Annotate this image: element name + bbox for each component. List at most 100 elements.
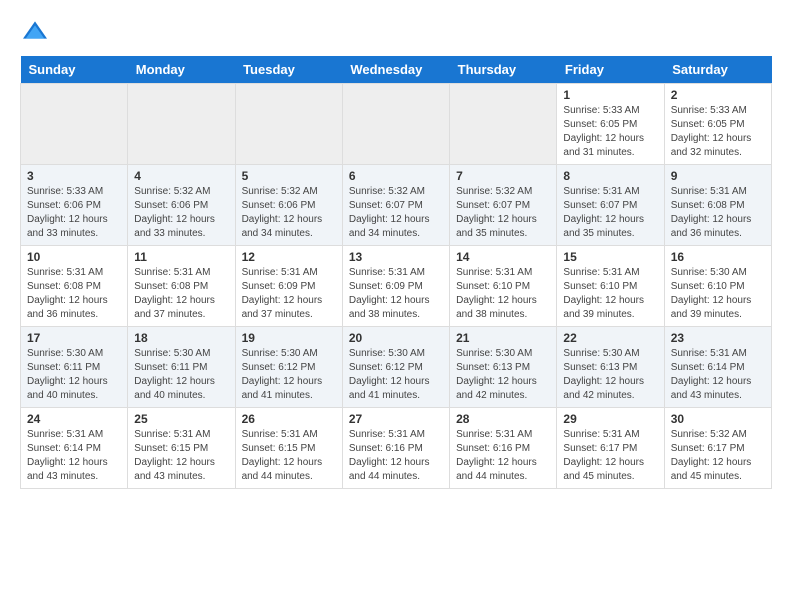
day-info: Sunrise: 5:32 AM Sunset: 6:07 PM Dayligh… bbox=[456, 185, 550, 241]
calendar-table: SundayMondayTuesdayWednesdayThursdayFrid… bbox=[20, 56, 772, 489]
calendar-cell: 4 Sunrise: 5:32 AM Sunset: 6:06 PM Daylig… bbox=[128, 165, 235, 246]
day-number: 25 bbox=[134, 412, 228, 426]
calendar-cell: 9Sunrise: 5:31 AM Sunset: 6:08 PM Daylig… bbox=[664, 165, 771, 246]
day-info: Sunrise: 5:33 AM Sunset: 6:06 PM Dayligh… bbox=[27, 185, 121, 241]
header-row: SundayMondayTuesdayWednesdayThursdayFrid… bbox=[21, 56, 772, 84]
calendar-cell bbox=[235, 84, 342, 165]
day-number: 4 bbox=[134, 169, 228, 183]
header-day: Tuesday bbox=[235, 56, 342, 84]
header-day: Thursday bbox=[450, 56, 557, 84]
day-number: 14 bbox=[456, 250, 550, 264]
header-day: Friday bbox=[557, 56, 664, 84]
day-info: Sunrise: 5:31 AM Sunset: 6:08 PM Dayligh… bbox=[134, 266, 228, 322]
day-number: 1 bbox=[563, 88, 657, 102]
day-number: 3 bbox=[27, 169, 121, 183]
calendar-cell: 14 Sunrise: 5:31 AM Sunset: 6:10 PM Dayli… bbox=[450, 246, 557, 327]
day-number: 10 bbox=[27, 250, 121, 264]
day-info: Sunrise: 5:30 AM Sunset: 6:10 PM Dayligh… bbox=[671, 266, 765, 322]
calendar-cell: 25 Sunrise: 5:31 AM Sunset: 6:15 PM Dayli… bbox=[128, 408, 235, 489]
day-number: 11 bbox=[134, 250, 228, 264]
calendar-cell: 20 Sunrise: 5:30 AM Sunset: 6:12 PM Dayli… bbox=[342, 327, 449, 408]
calendar-cell: 26 Sunrise: 5:31 AM Sunset: 6:15 PM Dayli… bbox=[235, 408, 342, 489]
calendar-cell bbox=[450, 84, 557, 165]
day-info: Sunrise: 5:32 AM Sunset: 6:06 PM Dayligh… bbox=[242, 185, 336, 241]
day-number: 20 bbox=[349, 331, 443, 345]
calendar-cell: 2Sunrise: 5:33 AM Sunset: 6:05 PM Daylig… bbox=[664, 84, 771, 165]
day-info: Sunrise: 5:33 AM Sunset: 6:05 PM Dayligh… bbox=[563, 104, 657, 160]
calendar-cell: 5Sunrise: 5:32 AM Sunset: 6:06 PM Daylig… bbox=[235, 165, 342, 246]
day-number: 29 bbox=[563, 412, 657, 426]
day-info: Sunrise: 5:31 AM Sunset: 6:08 PM Dayligh… bbox=[27, 266, 121, 322]
calendar-cell: 10 Sunrise: 5:31 AM Sunset: 6:08 PM Dayli… bbox=[21, 246, 128, 327]
calendar-cell: 16 Sunrise: 5:30 AM Sunset: 6:10 PM Dayli… bbox=[664, 246, 771, 327]
day-info: Sunrise: 5:30 AM Sunset: 6:12 PM Dayligh… bbox=[242, 347, 336, 403]
day-number: 30 bbox=[671, 412, 765, 426]
day-info: Sunrise: 5:31 AM Sunset: 6:15 PM Dayligh… bbox=[134, 428, 228, 484]
day-info: Sunrise: 5:30 AM Sunset: 6:11 PM Dayligh… bbox=[134, 347, 228, 403]
day-number: 22 bbox=[563, 331, 657, 345]
day-info: Sunrise: 5:31 AM Sunset: 6:16 PM Dayligh… bbox=[456, 428, 550, 484]
day-info: Sunrise: 5:31 AM Sunset: 6:15 PM Dayligh… bbox=[242, 428, 336, 484]
logo-icon bbox=[20, 20, 50, 40]
day-info: Sunrise: 5:31 AM Sunset: 6:17 PM Dayligh… bbox=[563, 428, 657, 484]
day-number: 12 bbox=[242, 250, 336, 264]
day-number: 15 bbox=[563, 250, 657, 264]
header-day: Sunday bbox=[21, 56, 128, 84]
page-header bbox=[20, 20, 772, 40]
logo bbox=[20, 20, 54, 40]
day-info: Sunrise: 5:31 AM Sunset: 6:14 PM Dayligh… bbox=[27, 428, 121, 484]
calendar-cell: 22 Sunrise: 5:30 AM Sunset: 6:13 PM Dayli… bbox=[557, 327, 664, 408]
day-info: Sunrise: 5:30 AM Sunset: 6:13 PM Dayligh… bbox=[456, 347, 550, 403]
calendar-cell: 6Sunrise: 5:32 AM Sunset: 6:07 PM Daylig… bbox=[342, 165, 449, 246]
calendar-cell: 15 Sunrise: 5:31 AM Sunset: 6:10 PM Dayli… bbox=[557, 246, 664, 327]
day-info: Sunrise: 5:31 AM Sunset: 6:09 PM Dayligh… bbox=[242, 266, 336, 322]
day-number: 23 bbox=[671, 331, 765, 345]
day-number: 24 bbox=[27, 412, 121, 426]
calendar-week-row: 17Sunrise: 5:30 AM Sunset: 6:11 PM Dayli… bbox=[21, 327, 772, 408]
header-day: Wednesday bbox=[342, 56, 449, 84]
calendar-cell bbox=[21, 84, 128, 165]
day-number: 6 bbox=[349, 169, 443, 183]
calendar-cell: 13 Sunrise: 5:31 AM Sunset: 6:09 PM Dayli… bbox=[342, 246, 449, 327]
calendar-cell: 17Sunrise: 5:30 AM Sunset: 6:11 PM Dayli… bbox=[21, 327, 128, 408]
day-info: Sunrise: 5:30 AM Sunset: 6:12 PM Dayligh… bbox=[349, 347, 443, 403]
day-number: 28 bbox=[456, 412, 550, 426]
calendar-week-row: 1 Sunrise: 5:33 AM Sunset: 6:05 PM Daylig… bbox=[21, 84, 772, 165]
calendar-cell: 23 Sunrise: 5:31 AM Sunset: 6:14 PM Dayli… bbox=[664, 327, 771, 408]
day-number: 8 bbox=[563, 169, 657, 183]
calendar-cell: 29 Sunrise: 5:31 AM Sunset: 6:17 PM Dayli… bbox=[557, 408, 664, 489]
day-info: Sunrise: 5:30 AM Sunset: 6:11 PM Dayligh… bbox=[27, 347, 121, 403]
day-info: Sunrise: 5:31 AM Sunset: 6:09 PM Dayligh… bbox=[349, 266, 443, 322]
day-number: 18 bbox=[134, 331, 228, 345]
calendar-cell: 18 Sunrise: 5:30 AM Sunset: 6:11 PM Dayli… bbox=[128, 327, 235, 408]
calendar-cell: 1 Sunrise: 5:33 AM Sunset: 6:05 PM Daylig… bbox=[557, 84, 664, 165]
day-info: Sunrise: 5:32 AM Sunset: 6:17 PM Dayligh… bbox=[671, 428, 765, 484]
calendar-week-row: 10 Sunrise: 5:31 AM Sunset: 6:08 PM Dayli… bbox=[21, 246, 772, 327]
header-day: Saturday bbox=[664, 56, 771, 84]
day-number: 2 bbox=[671, 88, 765, 102]
calendar-week-row: 24 Sunrise: 5:31 AM Sunset: 6:14 PM Dayli… bbox=[21, 408, 772, 489]
calendar-cell: 8 Sunrise: 5:31 AM Sunset: 6:07 PM Daylig… bbox=[557, 165, 664, 246]
calendar-cell: 11 Sunrise: 5:31 AM Sunset: 6:08 PM Dayli… bbox=[128, 246, 235, 327]
day-info: Sunrise: 5:30 AM Sunset: 6:13 PM Dayligh… bbox=[563, 347, 657, 403]
day-number: 16 bbox=[671, 250, 765, 264]
calendar-cell: 21Sunrise: 5:30 AM Sunset: 6:13 PM Dayli… bbox=[450, 327, 557, 408]
calendar-cell: 27 Sunrise: 5:31 AM Sunset: 6:16 PM Dayli… bbox=[342, 408, 449, 489]
calendar-week-row: 3 Sunrise: 5:33 AM Sunset: 6:06 PM Daylig… bbox=[21, 165, 772, 246]
calendar-cell: 24 Sunrise: 5:31 AM Sunset: 6:14 PM Dayli… bbox=[21, 408, 128, 489]
day-number: 19 bbox=[242, 331, 336, 345]
day-number: 13 bbox=[349, 250, 443, 264]
day-info: Sunrise: 5:32 AM Sunset: 6:06 PM Dayligh… bbox=[134, 185, 228, 241]
day-info: Sunrise: 5:31 AM Sunset: 6:08 PM Dayligh… bbox=[671, 185, 765, 241]
day-info: Sunrise: 5:31 AM Sunset: 6:10 PM Dayligh… bbox=[456, 266, 550, 322]
day-info: Sunrise: 5:31 AM Sunset: 6:16 PM Dayligh… bbox=[349, 428, 443, 484]
header-day: Monday bbox=[128, 56, 235, 84]
calendar-cell: 19 Sunrise: 5:30 AM Sunset: 6:12 PM Dayli… bbox=[235, 327, 342, 408]
calendar-cell bbox=[342, 84, 449, 165]
day-info: Sunrise: 5:31 AM Sunset: 6:07 PM Dayligh… bbox=[563, 185, 657, 241]
day-number: 26 bbox=[242, 412, 336, 426]
calendar-cell: 12 Sunrise: 5:31 AM Sunset: 6:09 PM Dayli… bbox=[235, 246, 342, 327]
day-number: 27 bbox=[349, 412, 443, 426]
day-info: Sunrise: 5:31 AM Sunset: 6:10 PM Dayligh… bbox=[563, 266, 657, 322]
day-info: Sunrise: 5:31 AM Sunset: 6:14 PM Dayligh… bbox=[671, 347, 765, 403]
